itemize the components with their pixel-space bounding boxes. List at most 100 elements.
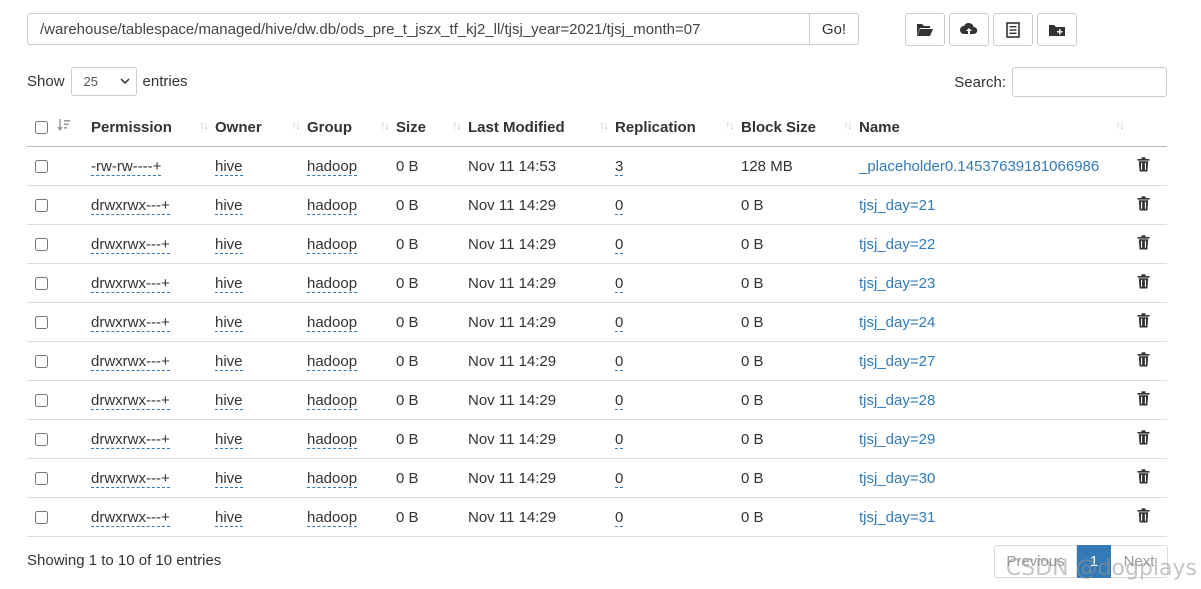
page-length-select[interactable]: 25 xyxy=(70,67,137,96)
file-name-link[interactable]: tjsj_day=21 xyxy=(859,197,935,214)
file-name-link[interactable]: tjsj_day=30 xyxy=(859,470,935,487)
trash-icon[interactable] xyxy=(1137,429,1150,449)
next-page-button[interactable]: Next xyxy=(1111,545,1168,578)
replication-value[interactable]: 0 xyxy=(615,235,624,254)
owner-value[interactable]: hive xyxy=(215,469,243,488)
row-spacer xyxy=(57,302,91,342)
file-name-link[interactable]: tjsj_day=23 xyxy=(859,275,935,292)
replication-value[interactable]: 3 xyxy=(615,157,624,176)
permission-value[interactable]: drwxrwx---+ xyxy=(91,508,170,527)
previous-page-button[interactable]: Previous xyxy=(994,545,1077,578)
select-all-checkbox[interactable] xyxy=(35,121,48,135)
row-checkbox[interactable] xyxy=(35,316,48,330)
row-checkbox[interactable] xyxy=(35,472,48,486)
permission-value[interactable]: drwxrwx---+ xyxy=(91,274,170,293)
header-size[interactable]: Size ↑↓ xyxy=(396,108,468,147)
row-checkbox[interactable] xyxy=(35,160,48,174)
header-block-size[interactable]: Block Size ↑↓ xyxy=(741,108,859,147)
permission-value[interactable]: drwxrwx---+ xyxy=(91,430,170,449)
row-checkbox[interactable] xyxy=(35,433,48,447)
row-checkbox[interactable] xyxy=(35,277,48,291)
group-value[interactable]: hadoop xyxy=(307,430,358,449)
permission-value[interactable]: drwxrwx---+ xyxy=(91,196,170,215)
replication-value[interactable]: 0 xyxy=(615,508,624,527)
permission-value[interactable]: drwxrwx---+ xyxy=(91,235,170,254)
replication-value[interactable]: 0 xyxy=(615,352,624,371)
file-name-link[interactable]: tjsj_day=22 xyxy=(859,236,935,253)
trash-icon[interactable] xyxy=(1137,351,1150,371)
last-modified-value: Nov 11 14:29 xyxy=(468,224,615,264)
owner-value[interactable]: hive xyxy=(215,157,243,176)
header-last-modified[interactable]: Last Modified ↑↓ xyxy=(468,108,615,147)
row-checkbox[interactable] xyxy=(35,511,48,525)
file-name-link[interactable]: tjsj_day=27 xyxy=(859,353,935,370)
replication-value[interactable]: 0 xyxy=(615,391,624,410)
file-name-link[interactable]: _placeholder0.14537639181066986 xyxy=(859,158,1099,175)
header-replication[interactable]: Replication ↑↓ xyxy=(615,108,741,147)
file-name-link[interactable]: tjsj_day=24 xyxy=(859,314,935,331)
last-modified-value: Nov 11 14:29 xyxy=(468,497,615,537)
group-value[interactable]: hadoop xyxy=(307,274,358,293)
trash-icon[interactable] xyxy=(1137,468,1150,488)
folder-open-icon[interactable] xyxy=(905,13,945,46)
header-permission[interactable]: Permission ↑↓ xyxy=(91,108,215,147)
page-button-current[interactable]: 1 xyxy=(1077,545,1111,578)
file-name-link[interactable]: tjsj_day=29 xyxy=(859,431,935,448)
group-value[interactable]: hadoop xyxy=(307,508,358,527)
permission-value[interactable]: drwxrwx---+ xyxy=(91,469,170,488)
replication-value[interactable]: 0 xyxy=(615,430,624,449)
header-permission-label: Permission xyxy=(91,118,172,136)
last-modified-value: Nov 11 14:29 xyxy=(468,302,615,342)
path-input[interactable] xyxy=(27,13,810,45)
owner-value[interactable]: hive xyxy=(215,196,243,215)
group-value[interactable]: hadoop xyxy=(307,469,358,488)
go-button[interactable]: Go! xyxy=(810,13,859,45)
group-value[interactable]: hadoop xyxy=(307,313,358,332)
file-name-link[interactable]: tjsj_day=31 xyxy=(859,509,935,526)
trash-icon[interactable] xyxy=(1137,273,1150,293)
replication-value[interactable]: 0 xyxy=(615,469,624,488)
owner-value[interactable]: hive xyxy=(215,508,243,527)
group-value[interactable]: hadoop xyxy=(307,391,358,410)
owner-value[interactable]: hive xyxy=(215,235,243,254)
trash-icon[interactable] xyxy=(1137,507,1150,527)
header-owner[interactable]: Owner ↑↓ xyxy=(215,108,307,147)
trash-icon[interactable] xyxy=(1137,156,1150,176)
group-value[interactable]: hadoop xyxy=(307,196,358,215)
list-icon[interactable] xyxy=(993,13,1033,46)
sort-column-header[interactable] xyxy=(57,108,91,147)
replication-value[interactable]: 0 xyxy=(615,313,624,332)
size-value: 0 B xyxy=(396,458,468,498)
trash-icon[interactable] xyxy=(1137,195,1150,215)
row-checkbox[interactable] xyxy=(35,238,48,252)
owner-value[interactable]: hive xyxy=(215,274,243,293)
permission-value[interactable]: drwxrwx---+ xyxy=(91,313,170,332)
row-checkbox[interactable] xyxy=(35,394,48,408)
owner-value[interactable]: hive xyxy=(215,430,243,449)
owner-value[interactable]: hive xyxy=(215,352,243,371)
group-value[interactable]: hadoop xyxy=(307,235,358,254)
permission-value[interactable]: drwxrwx---+ xyxy=(91,352,170,371)
group-value[interactable]: hadoop xyxy=(307,157,358,176)
file-name-link[interactable]: tjsj_day=28 xyxy=(859,392,935,409)
search-input[interactable] xyxy=(1012,67,1167,97)
trash-icon[interactable] xyxy=(1137,234,1150,254)
owner-value[interactable]: hive xyxy=(215,313,243,332)
header-name[interactable]: Name ↑↓ xyxy=(859,108,1131,147)
folder-plus-icon[interactable] xyxy=(1037,13,1077,46)
permission-value[interactable]: -rw-rw----+ xyxy=(91,157,162,176)
trash-icon[interactable] xyxy=(1137,312,1150,332)
header-group[interactable]: Group ↑↓ xyxy=(307,108,396,147)
row-checkbox[interactable] xyxy=(35,199,48,213)
replication-value[interactable]: 0 xyxy=(615,274,624,293)
permission-value[interactable]: drwxrwx---+ xyxy=(91,391,170,410)
row-checkbox[interactable] xyxy=(35,355,48,369)
block-size-value: 0 B xyxy=(741,224,859,264)
replication-value[interactable]: 0 xyxy=(615,196,624,215)
group-value[interactable]: hadoop xyxy=(307,352,358,371)
cloud-upload-icon[interactable] xyxy=(949,13,989,46)
owner-value[interactable]: hive xyxy=(215,391,243,410)
last-modified-value: Nov 11 14:53 xyxy=(468,146,615,186)
trash-icon[interactable] xyxy=(1137,390,1150,410)
toolbar xyxy=(905,13,1077,46)
